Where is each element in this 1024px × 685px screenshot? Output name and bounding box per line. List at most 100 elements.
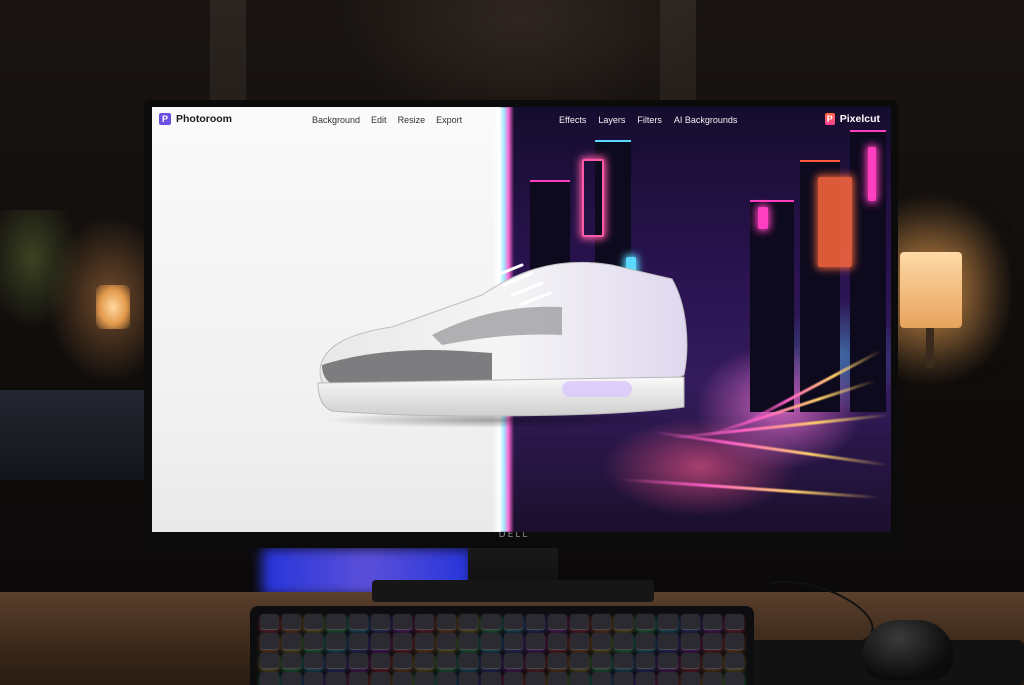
keyboard-key bbox=[481, 652, 501, 669]
keyboard-key bbox=[326, 633, 346, 650]
menu-edit[interactable]: Edit bbox=[371, 115, 387, 125]
pixelcut-menu: Effects Layers Filters AI Backgrounds bbox=[559, 115, 737, 125]
shelf bbox=[0, 390, 150, 480]
keyboard-key bbox=[658, 671, 678, 685]
keyboard-key bbox=[437, 671, 457, 685]
keyboard-key bbox=[481, 614, 501, 631]
keyboard-key bbox=[614, 652, 634, 669]
keyboard-key bbox=[370, 633, 390, 650]
keyboard-key bbox=[614, 633, 634, 650]
keyboard-key bbox=[658, 652, 678, 669]
photo-scene: DELL P Photoroom Background Edit Resize … bbox=[0, 0, 1024, 685]
keyboard-key bbox=[569, 633, 590, 650]
keyboard-key bbox=[481, 671, 501, 685]
keyboard-key bbox=[459, 633, 479, 650]
keyboard-key bbox=[724, 652, 744, 669]
keyboard-key bbox=[702, 633, 722, 650]
pixelcut-brand-label: Pixelcut bbox=[839, 113, 880, 125]
keyboard-key bbox=[592, 652, 612, 669]
menu-export[interactable]: Export bbox=[436, 115, 462, 125]
plant bbox=[0, 210, 80, 330]
keyboard-key bbox=[503, 652, 523, 669]
keyboard-key bbox=[547, 652, 567, 669]
keyboard-key bbox=[547, 614, 567, 631]
keyboard-key bbox=[592, 614, 612, 631]
keyboard-key bbox=[260, 671, 280, 685]
keyboard-key bbox=[437, 614, 457, 631]
keyboard-key bbox=[304, 614, 324, 631]
keyboard-key bbox=[414, 671, 435, 685]
light-trail bbox=[650, 430, 890, 467]
keyboard-key bbox=[392, 652, 412, 669]
keyboard-key bbox=[724, 671, 744, 685]
keyboard-key bbox=[392, 614, 412, 631]
keyboard-key bbox=[459, 671, 479, 685]
keyboard-key bbox=[525, 652, 545, 669]
keyboard-key bbox=[636, 614, 656, 631]
photoroom-brand-label: Photoroom bbox=[176, 113, 232, 125]
keyboard-key bbox=[326, 671, 346, 685]
lamp-stem bbox=[926, 328, 934, 368]
keyboard-key bbox=[304, 652, 324, 669]
keyboard-key bbox=[348, 614, 368, 631]
photoroom-menu: Background Edit Resize Export bbox=[312, 115, 462, 125]
keyboard-key bbox=[592, 633, 612, 650]
building bbox=[750, 200, 794, 412]
keyboard-key bbox=[614, 671, 634, 685]
photoroom-logo-icon: P bbox=[159, 113, 171, 125]
menu-resize[interactable]: Resize bbox=[398, 115, 426, 125]
keyboard-key bbox=[702, 671, 722, 685]
keyboard-key bbox=[370, 652, 390, 669]
keyboard-key bbox=[392, 633, 412, 650]
neon-sign bbox=[868, 147, 876, 201]
keyboard-key bbox=[592, 671, 612, 685]
air-unit bbox=[562, 381, 632, 397]
keyboard-key bbox=[481, 633, 501, 650]
keyboard-key bbox=[724, 614, 744, 631]
keyboard-key bbox=[724, 633, 744, 650]
keyboard-key bbox=[348, 671, 368, 685]
photoroom-brand[interactable]: P Photoroom bbox=[159, 113, 232, 125]
keyboard-key bbox=[282, 614, 302, 631]
keyboard-key bbox=[437, 652, 457, 669]
keyboard-key bbox=[370, 614, 390, 631]
pixelcut-brand[interactable]: P Pixelcut bbox=[824, 113, 880, 125]
menu-layers[interactable]: Layers bbox=[598, 115, 625, 125]
menu-background[interactable]: Background bbox=[312, 115, 360, 125]
app-toolbar: P Photoroom Background Edit Resize Expor… bbox=[152, 107, 891, 134]
light-trail bbox=[620, 477, 880, 500]
keyboard-key bbox=[326, 614, 346, 631]
keyboard-key bbox=[348, 652, 368, 669]
keyboard-key bbox=[304, 671, 324, 685]
keyboard-key bbox=[282, 671, 302, 685]
menu-ai-backgrounds[interactable]: AI Backgrounds bbox=[674, 115, 738, 125]
keyboard-key bbox=[658, 633, 678, 650]
keyboard-key bbox=[414, 633, 435, 650]
neon-sign bbox=[758, 207, 768, 229]
keyboard-key bbox=[348, 633, 368, 650]
sneaker-product bbox=[317, 261, 688, 417]
keyboard-key bbox=[282, 633, 302, 650]
keyboard-key bbox=[636, 633, 656, 650]
keyboard-key bbox=[702, 614, 722, 631]
menu-filters[interactable]: Filters bbox=[637, 115, 662, 125]
mouse bbox=[862, 620, 954, 680]
keyboard-key bbox=[304, 633, 324, 650]
monitor-stand-base bbox=[372, 580, 654, 602]
keyboard-key bbox=[503, 614, 523, 631]
menu-effects[interactable]: Effects bbox=[559, 115, 586, 125]
keyboard-key bbox=[459, 614, 479, 631]
keyboard-key bbox=[702, 652, 722, 669]
keyboard-key bbox=[658, 614, 678, 631]
keyboard-key bbox=[326, 652, 346, 669]
keyboard-key bbox=[569, 671, 590, 685]
keyboard-key bbox=[569, 652, 590, 669]
keyboard-key bbox=[282, 652, 302, 669]
keyboard-key bbox=[636, 671, 656, 685]
keyboard-key bbox=[503, 633, 523, 650]
keyboard-key bbox=[260, 633, 280, 650]
keyboard-key bbox=[569, 614, 590, 631]
neon-sign bbox=[582, 159, 604, 237]
keyboard-key bbox=[260, 614, 280, 631]
keyboard-key bbox=[614, 614, 634, 631]
